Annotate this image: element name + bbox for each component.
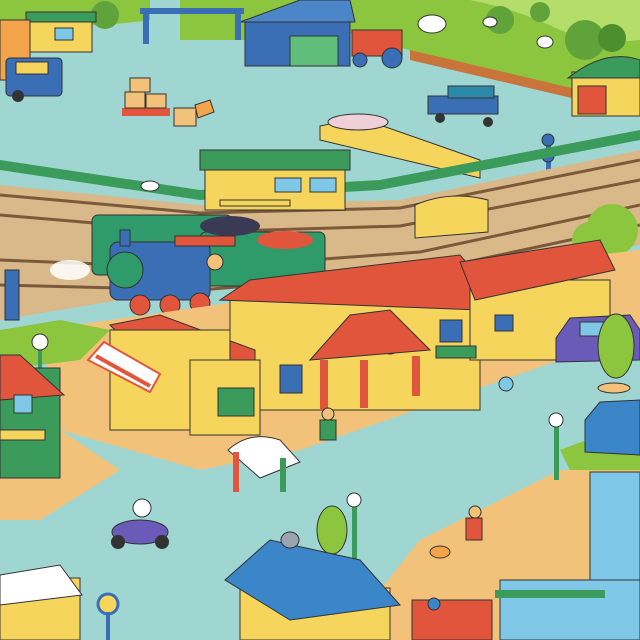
cargo-pile [327,113,389,131]
tree-top-right-3 [598,24,626,52]
truck-wheel [12,90,24,102]
bird [140,180,160,192]
round-sign-bottom-left [96,592,120,616]
streetlamp-2 [548,412,564,428]
train-driver [206,253,224,271]
cow [417,14,447,34]
red-vehicle-bottom [411,599,493,640]
streetlamp-1 [31,333,49,351]
signal-light-1 [541,133,555,147]
crate-4 [173,107,197,127]
crate-pallet [122,108,170,116]
tree-top-right-4 [530,2,550,22]
tractor-wheel-big [381,47,403,69]
cone-tree-right-base [597,382,631,394]
train-wheel-1 [129,294,151,316]
station-window-2 [439,319,463,343]
station-window-3 [494,314,514,332]
station-pillar-1 [320,360,328,410]
person-shopper-body [319,419,337,441]
streetlamp-3 [346,492,362,508]
siren-light [427,597,441,611]
barn-right-door [577,85,607,115]
signal-left [4,269,20,321]
station-pillar-3 [412,356,420,396]
station-window-1 [279,364,303,394]
sheep-2 [482,16,498,28]
coal-pile [200,216,260,236]
green-house-left-window [13,394,33,414]
green-house-left-awning [0,429,46,441]
small-station-window-2 [309,177,337,193]
crate-3 [129,77,151,93]
truck-windshield [15,61,49,75]
dog [429,545,451,559]
gate-post-right [235,10,241,40]
tall-building-right [589,471,640,583]
oval-tree-road [316,505,348,555]
train-chimney [119,229,131,247]
small-station-window-1 [274,177,302,193]
motorcycle-rider-head [132,498,152,518]
streetlamp-2-post [554,420,559,480]
round-sign-bottom-left-post [106,612,110,640]
sheep-1 [536,35,554,49]
garage-door [289,35,339,67]
train-cab-roof [174,235,236,247]
freight-wagon [414,195,489,239]
station-shutter-window [217,387,255,417]
gate-post-left [143,10,149,44]
house-top-left-roof [25,11,97,23]
cat [498,376,514,392]
cone-tree-right [597,313,635,379]
coal-pile-2 [257,231,313,249]
person-shopper-head [321,407,335,421]
luggage-cart-wheel-2 [483,117,493,127]
luggage-cart [427,95,499,115]
train-station-town-illustration [0,0,640,640]
bus-shelter-side-2 [280,458,286,492]
house-top-left-window [54,27,74,41]
small-station-roof [199,149,351,171]
train-steam [50,260,90,280]
crate-2 [145,93,167,109]
tractor-wheel-small [352,52,368,68]
gate-bar [140,8,244,14]
luggage-cart-cover [447,85,495,99]
train-front-face [106,251,144,289]
building-bottom-right [499,579,640,640]
station-bench [435,345,477,359]
green-fence-bottom-right [495,590,605,598]
pigeon-on-roof [280,531,300,549]
crate-1 [124,91,146,109]
motorcycle-wheel-back [111,535,125,549]
person-walker-body [465,517,483,541]
crossing-barrier [219,199,291,207]
station-pillar-2 [360,360,368,408]
luggage-cart-wheel-1 [435,113,445,123]
motorcycle-wheel-front [155,535,169,549]
bus-shelter-side [233,452,239,492]
person-walker-head [468,505,482,519]
